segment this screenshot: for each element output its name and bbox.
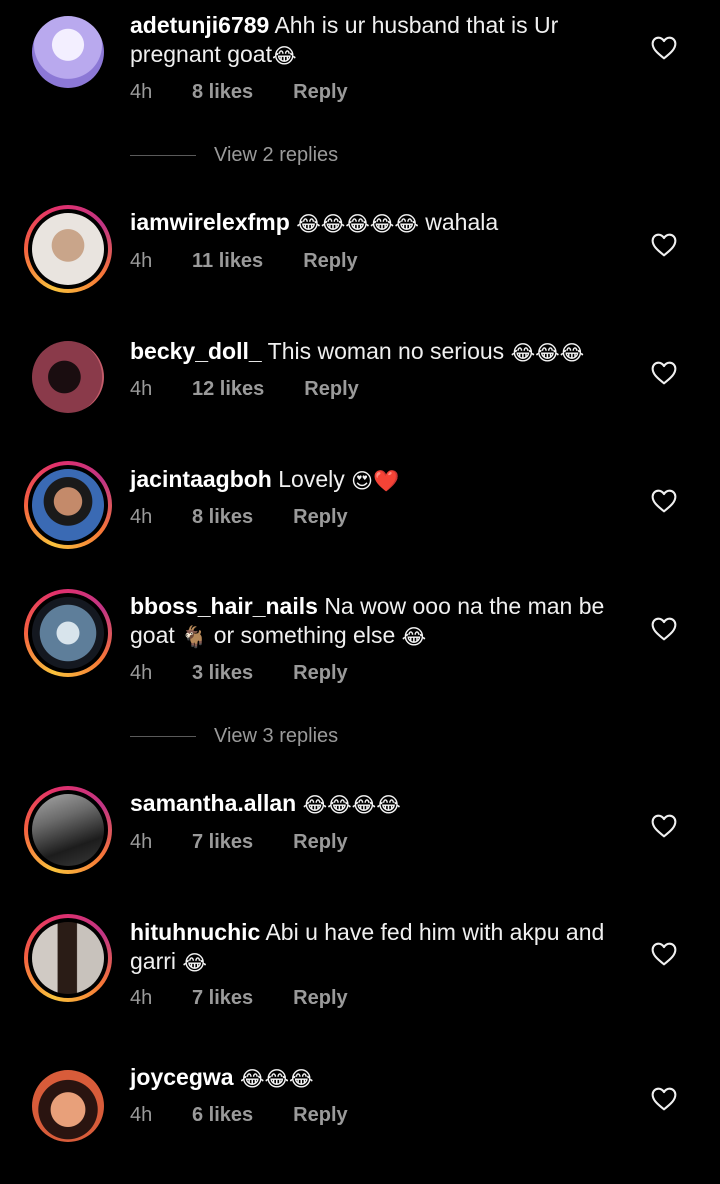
heart-outline-icon[interactable] <box>651 942 677 966</box>
comment-text: bboss_hair_nails Na wow ooo na the man b… <box>130 592 630 650</box>
emoji: 😂😂😂😂 <box>302 794 401 817</box>
likes-count[interactable]: 8 likes <box>192 506 253 529</box>
comment-text: joycegwa 😂😂😂 <box>130 1063 630 1092</box>
reply-button[interactable]: Reply <box>293 506 347 529</box>
replies-divider <box>130 155 196 156</box>
emoji: 😂 <box>182 952 207 975</box>
comment-username[interactable]: bboss_hair_nails <box>130 593 318 619</box>
comment-time: 4h <box>130 378 153 400</box>
likes-count[interactable]: 8 likes <box>192 81 253 104</box>
avatar[interactable] <box>24 205 112 293</box>
comment-time: 4h <box>130 662 153 684</box>
comment-username[interactable]: becky_doll_ <box>130 338 262 364</box>
comment-username[interactable]: hituhnuchic <box>130 919 260 945</box>
view-replies-label: View 2 replies <box>214 144 339 166</box>
avatar[interactable] <box>24 589 112 677</box>
comment-time: 4h <box>130 506 153 528</box>
comment-text: becky_doll_ This woman no serious 😂😂😂 <box>130 337 630 366</box>
likes-count[interactable]: 3 likes <box>192 662 253 685</box>
comment-username[interactable]: iamwirelexfmp <box>130 209 290 235</box>
comment-body: Lovely <box>278 466 345 492</box>
heart-outline-icon[interactable] <box>651 617 677 641</box>
reply-button[interactable]: Reply <box>293 81 347 104</box>
likes-count[interactable]: 12 likes <box>192 378 264 401</box>
comment-text: samantha.allan 😂😂😂😂 <box>130 789 630 818</box>
view-replies-link[interactable]: View 3 replies <box>130 725 338 748</box>
likes-count[interactable]: 7 likes <box>192 831 253 854</box>
replies-divider <box>130 736 196 737</box>
reply-button[interactable]: Reply <box>304 378 358 401</box>
comment-meta: 4h 6 likes Reply <box>130 1104 348 1127</box>
emoji: 🐐 <box>181 626 208 649</box>
reply-button[interactable]: Reply <box>293 987 347 1010</box>
avatar[interactable] <box>24 914 112 1002</box>
emoji: 😂 <box>271 45 297 68</box>
comment-time: 4h <box>130 250 153 272</box>
comment-meta: 4h 7 likes Reply <box>130 987 348 1010</box>
comment-meta: 4h 8 likes Reply <box>130 506 348 529</box>
comment-username[interactable]: joycegwa <box>130 1064 234 1090</box>
view-replies-label: View 3 replies <box>214 725 339 747</box>
comment-body: This woman no serious <box>267 338 505 364</box>
comment-meta: 4h 8 likes Reply <box>130 81 348 104</box>
emoji: 😂😂😂 <box>239 1068 314 1091</box>
comment-username[interactable]: adetunji6789 <box>130 12 269 38</box>
comment-body: wahala <box>425 209 499 235</box>
comment-text: adetunji6789 Ahh is ur husband that is U… <box>130 11 630 69</box>
likes-count[interactable]: 6 likes <box>192 1104 253 1127</box>
reply-button[interactable]: Reply <box>303 250 357 273</box>
comment-body-continued: or something else <box>213 622 396 648</box>
heart-outline-icon[interactable] <box>651 814 677 838</box>
heart-outline-icon[interactable] <box>651 1087 677 1111</box>
heart-outline-icon[interactable] <box>651 233 677 257</box>
comment-meta: 4h 3 likes Reply <box>130 662 348 685</box>
heart-outline-icon[interactable] <box>651 489 677 513</box>
likes-count[interactable]: 7 likes <box>192 987 253 1010</box>
comment-text: iamwirelexfmp 😂😂😂😂😂 wahala <box>130 208 630 237</box>
comment-text: hituhnuchic Abi u have fed him with akpu… <box>130 918 630 976</box>
reply-button[interactable]: Reply <box>293 1104 347 1127</box>
heart-outline-icon[interactable] <box>651 36 677 60</box>
comment-meta: 4h 7 likes Reply <box>130 831 348 854</box>
emoji: 😍❤️ <box>351 470 400 493</box>
reply-button[interactable]: Reply <box>293 831 347 854</box>
comment-meta: 4h 12 likes Reply <box>130 378 359 401</box>
comment-time: 4h <box>130 987 153 1009</box>
heart-outline-icon[interactable] <box>651 361 677 385</box>
avatar[interactable] <box>32 1070 104 1142</box>
comment-username[interactable]: samantha.allan <box>130 790 296 816</box>
emoji: 😂😂😂😂😂 <box>296 213 419 236</box>
comment-time: 4h <box>130 81 153 103</box>
comment-meta: 4h 11 likes Reply <box>130 250 358 273</box>
reply-button[interactable]: Reply <box>293 662 347 685</box>
emoji: 😂😂😂 <box>510 342 585 365</box>
emoji: 😂 <box>401 626 427 649</box>
likes-count[interactable]: 11 likes <box>192 250 263 273</box>
comment-text: jacintaagboh Lovely 😍❤️ <box>130 465 630 494</box>
avatar[interactable] <box>32 16 104 88</box>
avatar[interactable] <box>24 786 112 874</box>
comment-username[interactable]: jacintaagboh <box>130 466 272 492</box>
avatar[interactable] <box>32 341 104 413</box>
comment-time: 4h <box>130 831 153 853</box>
avatar[interactable] <box>24 461 112 549</box>
view-replies-link[interactable]: View 2 replies <box>130 144 338 167</box>
comment-time: 4h <box>130 1104 153 1126</box>
